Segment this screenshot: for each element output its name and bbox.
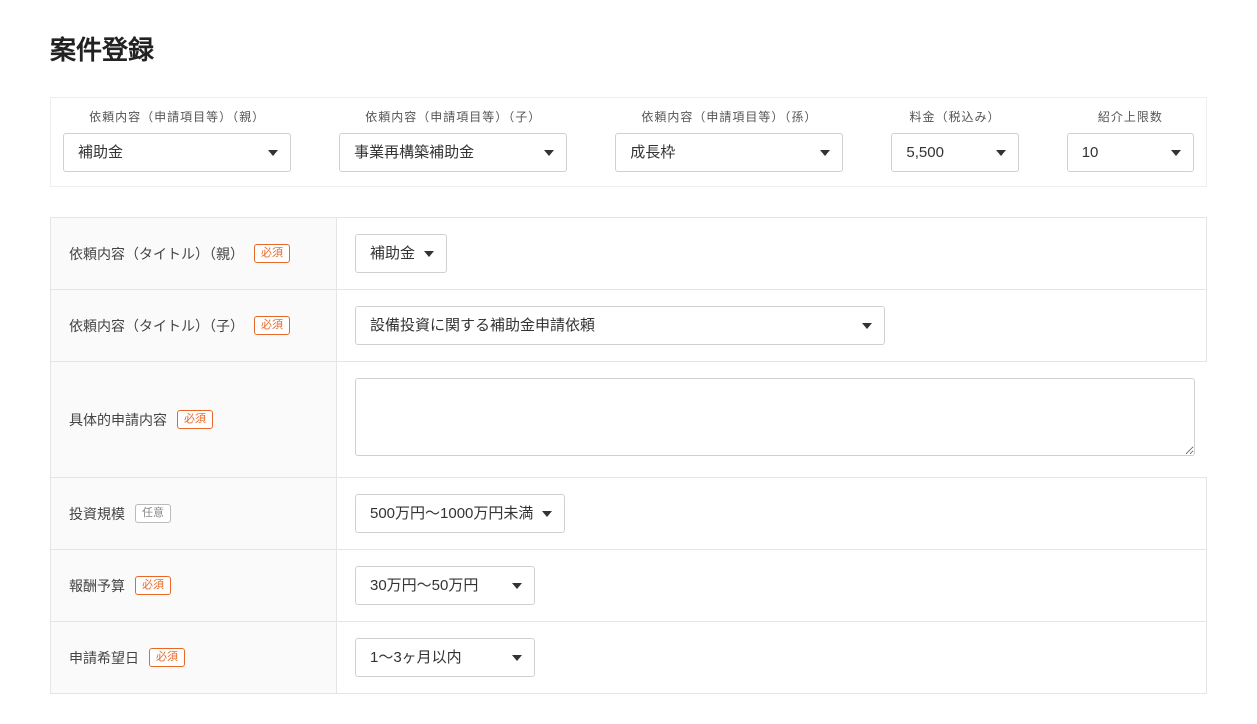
select-budget[interactable]: 30万円〜50万円: [355, 566, 535, 605]
row-title-child: 依頼内容（タイトル）（子） 必須 設備投資に関する補助金申請依頼: [51, 290, 1206, 362]
label-title-child: 依頼内容（タイトル）（子）: [69, 316, 244, 336]
filter-row: 依頼内容（申請項目等）（親） 補助金 依頼内容（申請項目等）（子） 事業再構築補…: [50, 97, 1207, 187]
filter-fee-label: 料金（税込み）: [879, 98, 1030, 133]
filter-grandchild-select[interactable]: 成長枠: [615, 133, 843, 172]
filter-limit-select[interactable]: 10: [1067, 133, 1194, 172]
badge-optional: 任意: [135, 504, 171, 523]
filter-child-col: 依頼内容（申請項目等）（子） 事業再構築補助金: [327, 98, 579, 186]
badge-required: 必須: [149, 648, 185, 667]
select-desired-date[interactable]: 1〜3ヶ月以内: [355, 638, 535, 677]
row-budget: 報酬予算 必須 30万円〜50万円: [51, 550, 1206, 622]
select-title-parent[interactable]: 補助金: [355, 234, 447, 273]
badge-required: 必須: [254, 316, 290, 335]
row-title-parent: 依頼内容（タイトル）（親） 必須 補助金: [51, 218, 1206, 290]
filter-limit-col: 紹介上限数 10: [1055, 98, 1206, 186]
select-investment[interactable]: 500万円〜1000万円未満: [355, 494, 565, 533]
filter-child-select[interactable]: 事業再構築補助金: [339, 133, 567, 172]
form-table: 依頼内容（タイトル）（親） 必須 補助金 依頼内容（タイトル）（子） 必須 設備…: [50, 217, 1207, 694]
label-investment: 投資規模: [69, 504, 125, 524]
row-details: 具体的申請内容 必須: [51, 362, 1206, 478]
label-details: 具体的申請内容: [69, 410, 167, 430]
filter-grandchild-col: 依頼内容（申請項目等）（孫） 成長枠: [603, 98, 855, 186]
page-title: 案件登録: [50, 30, 1207, 67]
label-title-parent: 依頼内容（タイトル）（親）: [69, 244, 244, 264]
filter-child-label: 依頼内容（申請項目等）（子）: [327, 98, 579, 133]
filter-fee-col: 料金（税込み） 5,500: [879, 98, 1030, 186]
filter-parent-col: 依頼内容（申請項目等）（親） 補助金: [51, 98, 303, 186]
label-budget: 報酬予算: [69, 576, 125, 596]
badge-required: 必須: [254, 244, 290, 263]
select-title-child[interactable]: 設備投資に関する補助金申請依頼: [355, 306, 885, 345]
row-investment: 投資規模 任意 500万円〜1000万円未満: [51, 478, 1206, 550]
filter-limit-label: 紹介上限数: [1055, 98, 1206, 133]
label-desired-date: 申請希望日: [69, 648, 139, 668]
badge-required: 必須: [135, 576, 171, 595]
filter-parent-select[interactable]: 補助金: [63, 133, 291, 172]
row-desired-date: 申請希望日 必須 1〜3ヶ月以内: [51, 622, 1206, 693]
filter-grandchild-label: 依頼内容（申請項目等）（孫）: [603, 98, 855, 133]
badge-required: 必須: [177, 410, 213, 429]
textarea-details[interactable]: [355, 378, 1195, 456]
filter-parent-label: 依頼内容（申請項目等）（親）: [51, 98, 303, 133]
filter-fee-select[interactable]: 5,500: [891, 133, 1018, 172]
